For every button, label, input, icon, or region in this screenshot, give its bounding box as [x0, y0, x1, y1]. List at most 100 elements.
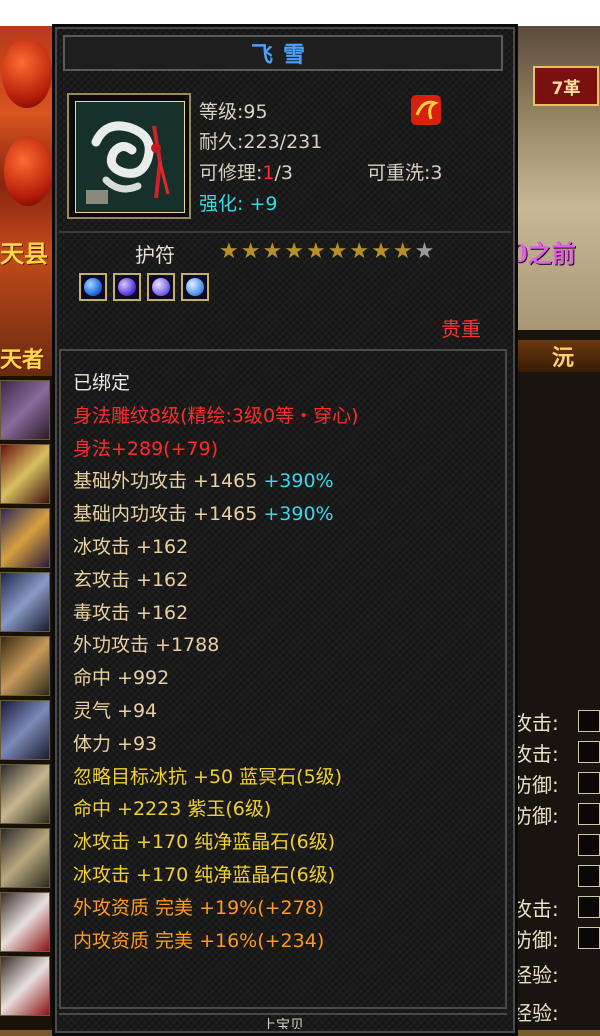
- attribute-text: +390%: [263, 503, 334, 526]
- attribute-text: 冰攻击 +170 纯净蓝晶石(6级): [73, 864, 336, 886]
- attribute-text: 外功攻击 +1788: [73, 634, 220, 657]
- right-stat-value-box: [578, 803, 600, 825]
- lantern-icon: [2, 38, 52, 108]
- equipment-slot-icon[interactable]: [0, 956, 50, 1016]
- attribute-text: 命中 +2223 紫玉(6级): [73, 798, 272, 821]
- right-stat-label: 攻击:: [512, 741, 559, 766]
- attribute-text: 外攻资质 完美 +19%(+278): [73, 896, 325, 919]
- attribute-text: 冰攻击 +170 纯净蓝晶石(6级): [73, 831, 336, 854]
- right-stat-value-box: [578, 865, 600, 887]
- right-stat-label: 防御:: [512, 927, 559, 952]
- star-filled-icon: ★: [305, 239, 326, 264]
- blue-gem-icon: [186, 278, 204, 296]
- equipment-slot-icon[interactable]: [0, 828, 50, 888]
- star-filled-icon: ★: [392, 239, 413, 264]
- right-stat-label: 防御:: [512, 803, 559, 828]
- attribute-line: 基础外功攻击 +1465 +390%: [73, 469, 334, 493]
- right-stat-label: 攻击:: [512, 710, 559, 735]
- attribute-line: 冰攻击 +170 纯净蓝晶石(6级): [73, 830, 335, 854]
- right-stat-value-box: [578, 741, 600, 763]
- right-stat-label: 攻击:: [512, 896, 559, 921]
- attribute-text: 体力 +93: [73, 732, 158, 755]
- item-name: 飞雪: [250, 42, 315, 68]
- enhance-label: 强化:: [199, 193, 244, 215]
- attribute-text: 毒攻击 +162: [73, 601, 189, 624]
- repairable-max: /3: [274, 162, 294, 184]
- exp-row: 经验:: [512, 962, 600, 987]
- right-stat-value-box: [578, 927, 600, 949]
- attribute-text: 已绑定: [73, 372, 131, 394]
- repairable-label: 可修理:: [199, 162, 263, 184]
- attribute-line: 基础内功攻击 +1465 +390%: [73, 502, 334, 526]
- attribute-text: 冰攻击 +162: [73, 536, 189, 558]
- equipment-slot-icon[interactable]: [0, 764, 50, 824]
- exp-label: 经验:: [512, 962, 559, 987]
- bound-seal-icon: [409, 93, 443, 127]
- equipment-slot-icon[interactable]: [0, 636, 50, 696]
- right-stat-value-box: [578, 710, 600, 732]
- attribute-line: 体力 +93: [73, 732, 157, 756]
- attribute-text: 基础外功攻击 +1465: [73, 470, 264, 493]
- equipment-slot-icon[interactable]: [0, 508, 50, 568]
- attribute-text: +390%: [263, 470, 334, 493]
- attribute-line: 灵气 +94: [73, 699, 157, 723]
- attribute-line: 外攻资质 完美 +19%(+278): [73, 896, 324, 920]
- scene-banner-right: 0之前: [511, 239, 576, 268]
- right-stat-row: 攻击:: [512, 896, 600, 921]
- equipment-slot-icon[interactable]: [0, 700, 50, 760]
- star-empty-icon: ★: [414, 239, 435, 264]
- attribute-line: 冰攻击 +170 纯净蓝晶石(6级): [73, 863, 335, 887]
- attribute-line: 毒攻击 +162: [73, 601, 188, 625]
- right-stat-value-box: [578, 834, 600, 856]
- blue-gem-icon: [84, 278, 102, 296]
- right-stat-value-box: [578, 772, 600, 794]
- equipment-slot-icon[interactable]: [0, 892, 50, 952]
- attribute-line: 命中 +2223 紫玉(6级): [73, 797, 271, 821]
- tooltip-footer: 上宝贝: [59, 1013, 507, 1029]
- equipment-slot-icon[interactable]: [0, 572, 50, 632]
- equipment-slot-icon[interactable]: [0, 444, 50, 504]
- background-top: [0, 0, 600, 26]
- right-stat-row: 攻击:: [512, 710, 600, 735]
- scene-banner-left-1: 天县: [0, 239, 48, 268]
- violet-gem-icon: [118, 278, 136, 296]
- item-rarity: 贵重: [441, 317, 481, 341]
- gem-socket[interactable]: [147, 273, 175, 301]
- attribute-text: 内攻资质 完美 +16%(+234): [73, 929, 325, 952]
- right-stat-row: :: [512, 833, 600, 857]
- left-inventory-strip: [0, 376, 56, 1030]
- star-filled-icon: ★: [262, 239, 283, 264]
- exp-label: 经验:: [512, 1000, 559, 1025]
- attribute-line: 玄攻击 +162: [73, 568, 188, 592]
- equipment-slot-icon[interactable]: [0, 380, 50, 440]
- gem-socket[interactable]: [79, 273, 107, 301]
- repairable-current: 1: [262, 162, 275, 184]
- right-stat-row: 防御:: [512, 927, 600, 952]
- attribute-text: 身法雕纹8级(精绘:3级0等・穿心): [73, 404, 359, 427]
- gem-socket[interactable]: [113, 273, 141, 301]
- violet-gem-icon: [152, 278, 170, 296]
- scene-banner-left-2: 天者: [0, 347, 45, 373]
- right-stat-row: :: [512, 864, 600, 888]
- attribute-line: 命中 +992: [73, 666, 169, 690]
- item-type-label: 护符: [135, 243, 175, 267]
- star-filled-icon: ★: [219, 239, 239, 264]
- right-stat-row: 防御:: [512, 803, 600, 828]
- item-durability: 耐久:223/231: [199, 131, 323, 153]
- right-stat-label: 防御:: [512, 772, 559, 797]
- attribute-text: 灵气 +94: [73, 700, 158, 722]
- star-filled-icon: ★: [349, 239, 370, 264]
- right-panel-title: 沅: [512, 340, 600, 372]
- scene-tag[interactable]: 7革: [533, 66, 599, 106]
- star-filled-icon: ★: [284, 239, 304, 264]
- item-enhance: 强化: +9: [199, 189, 277, 216]
- attribute-line: 忽略目标冰抗 +50 蓝冥石(5级): [73, 765, 342, 789]
- item-tooltip: 飞雪 等级:95 耐久:223/231 可修理:1/3 可重洗:3 强化: +9: [52, 24, 518, 1036]
- attribute-line: 身法+289(+79): [73, 437, 218, 461]
- star-filled-icon: ★: [371, 239, 391, 264]
- attribute-text: 命中 +992: [73, 667, 170, 690]
- right-stat-row: 攻击:: [512, 741, 600, 766]
- exp-row: 经验:: [512, 1000, 600, 1025]
- gem-socket[interactable]: [181, 273, 209, 301]
- attribute-text: 忽略目标冰抗 +50 蓝冥石(5级): [73, 765, 343, 788]
